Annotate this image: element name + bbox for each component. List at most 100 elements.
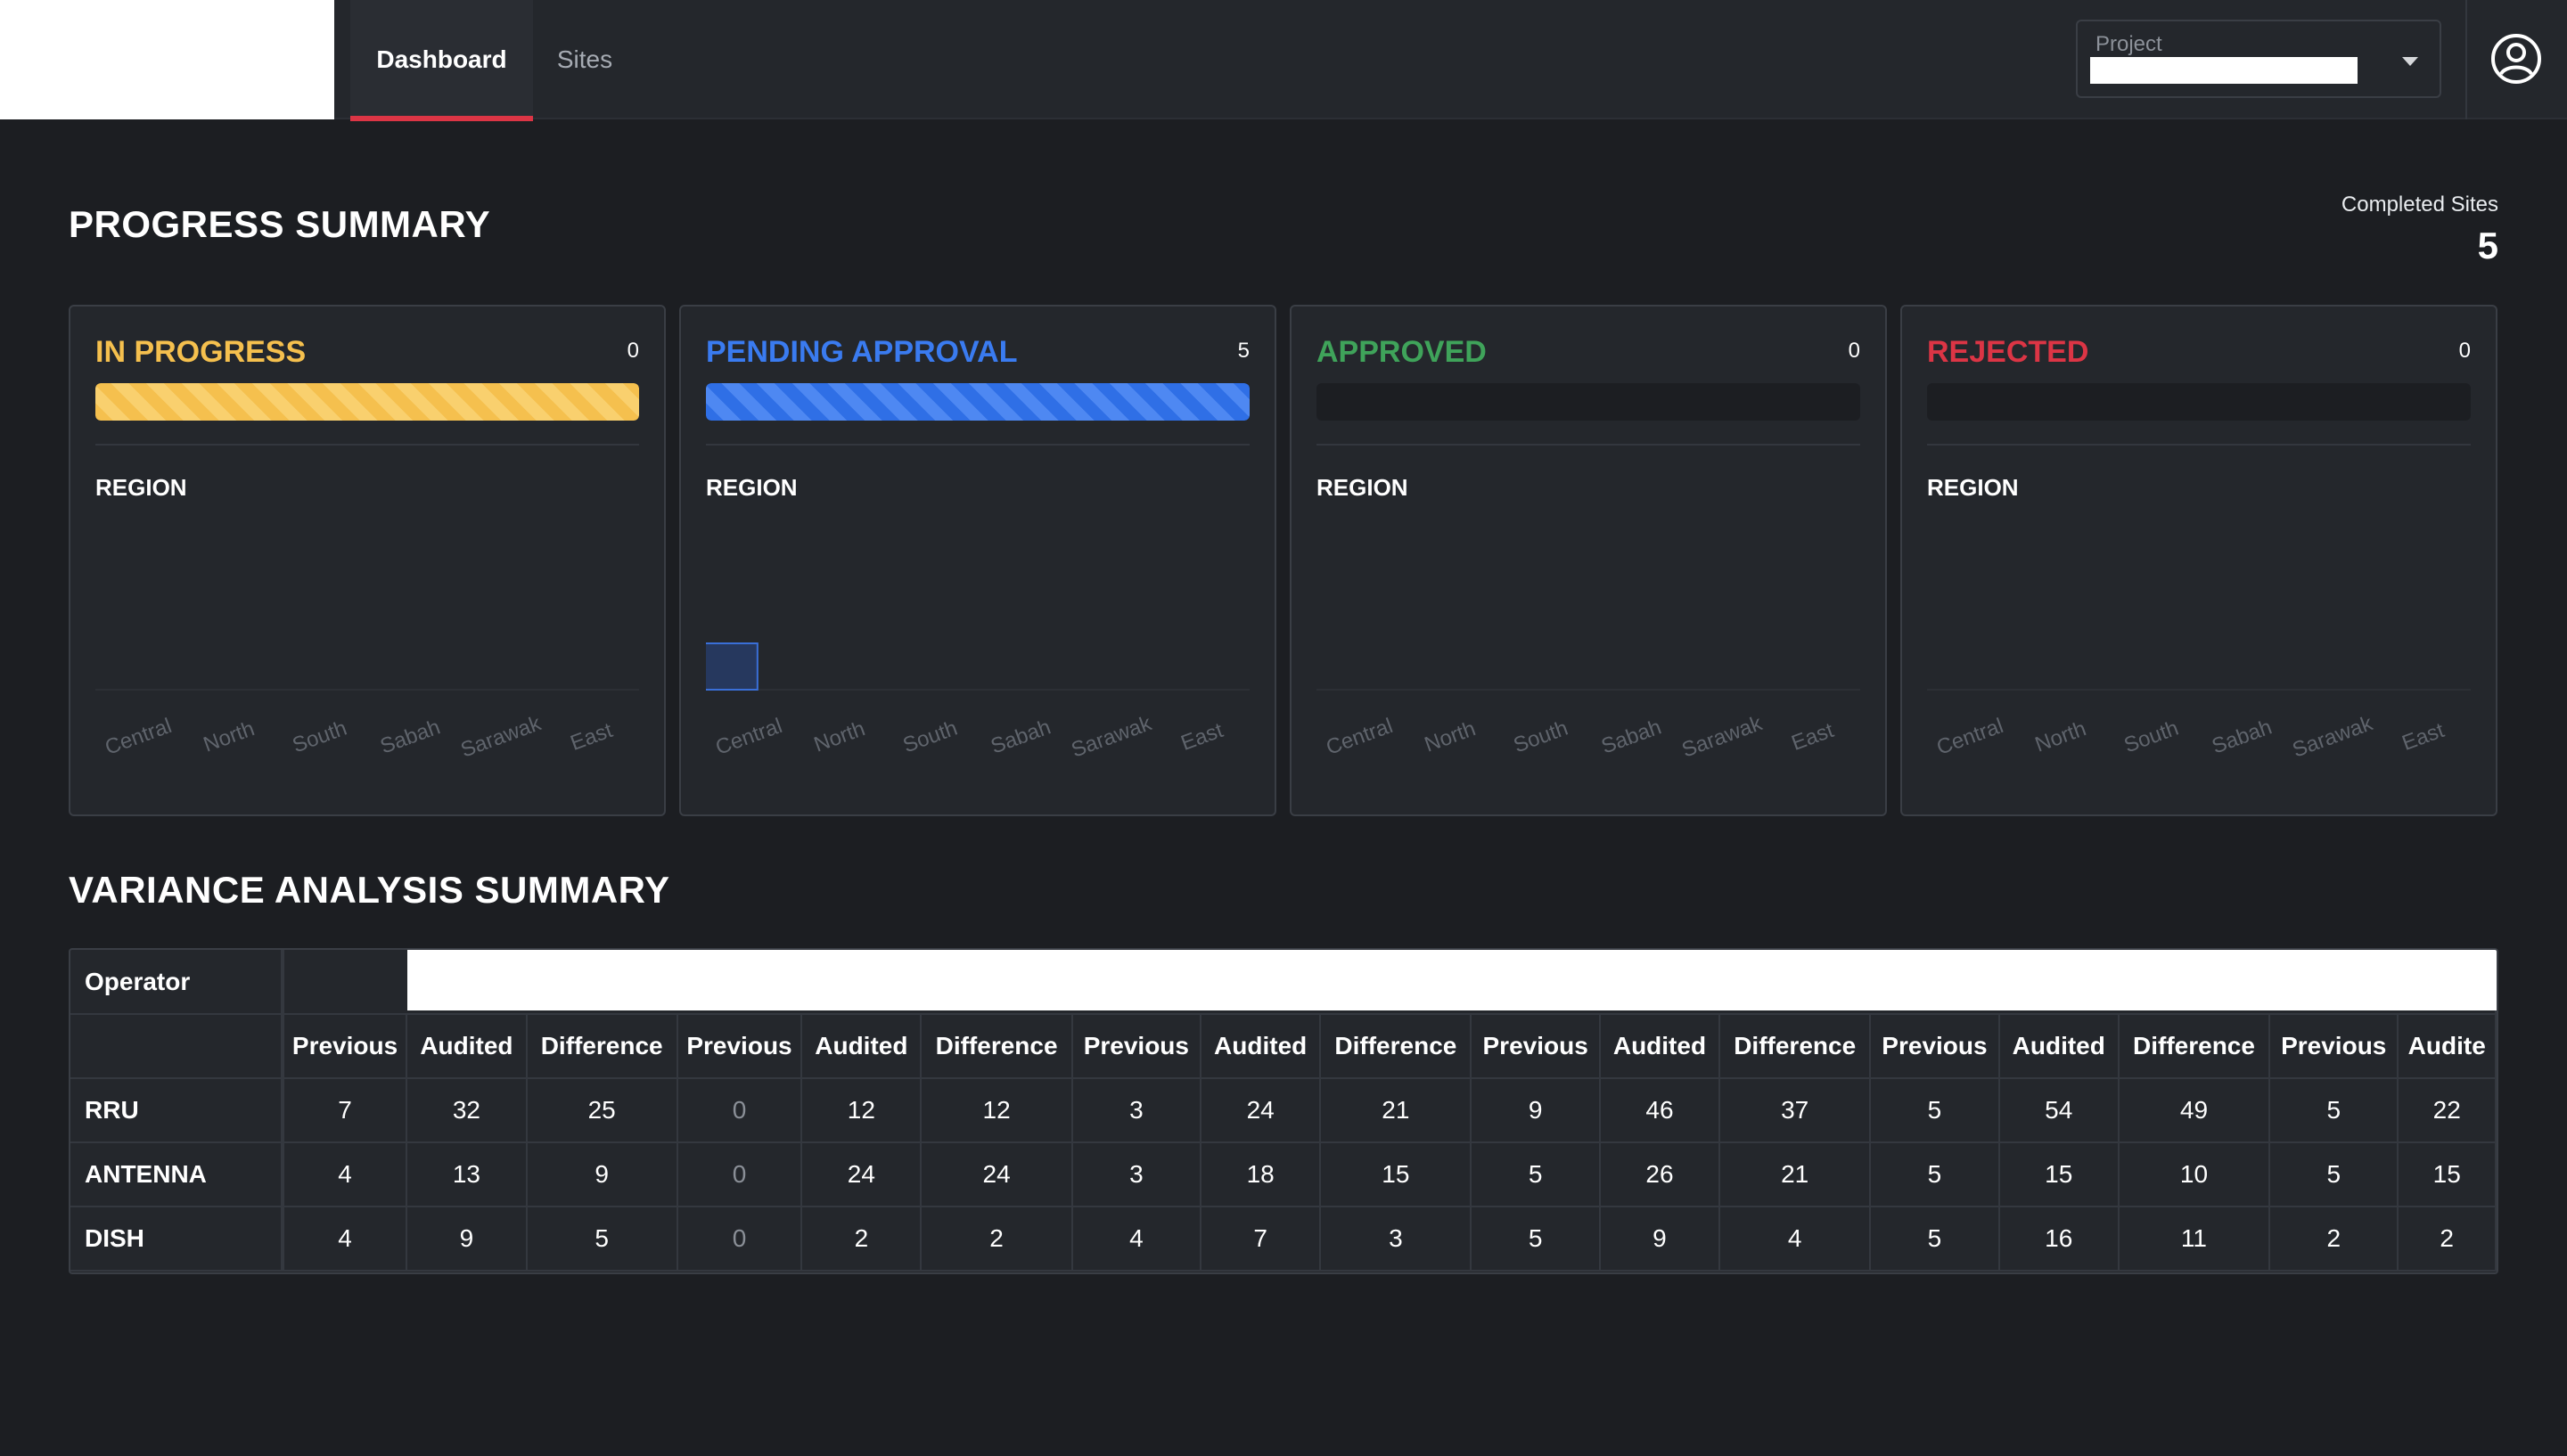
- account-circle-icon[interactable]: [2489, 32, 2543, 86]
- table-cell: 5: [2269, 1078, 2399, 1143]
- status-card-in-progress: IN PROGRESS 0 REGION Central North South Sa…: [69, 305, 666, 816]
- chart-tick-label: Central: [102, 714, 175, 760]
- column-header: Difference: [2118, 1014, 2271, 1079]
- chart-tick-label: South: [290, 716, 350, 758]
- card-count: 0: [627, 339, 639, 363]
- chart-tick-label: Sarawak: [1678, 711, 1766, 763]
- row-label: RRU: [70, 1078, 284, 1143]
- column-header: Audited: [1998, 1014, 2120, 1079]
- chart-tick-label: Sarawak: [457, 711, 545, 763]
- table-cell: 2: [2269, 1207, 2399, 1272]
- chart-bar[interactable]: [706, 642, 759, 691]
- table-cell: 5: [1870, 1207, 2000, 1272]
- chart-tick-label: Sarawak: [1068, 711, 1155, 763]
- table-cell: 3: [1071, 1078, 1202, 1143]
- table-cell: 11: [2118, 1207, 2271, 1272]
- project-select-value: [2090, 57, 2358, 84]
- column-header: Audited: [406, 1014, 528, 1079]
- project-select[interactable]: Project: [2076, 20, 2441, 98]
- table-cell: 0: [677, 1142, 803, 1207]
- card-divider: [95, 444, 639, 446]
- table-cell: 10: [2118, 1142, 2271, 1207]
- chart-tick-label: Sabah: [988, 715, 1054, 758]
- column-header: Audited: [1599, 1014, 1721, 1079]
- navbar-divider: [2465, 0, 2467, 119]
- chart-tick-label: East: [1177, 718, 1226, 756]
- column-header: Difference: [526, 1014, 678, 1079]
- column-header: Difference: [1719, 1014, 1872, 1079]
- tab-sites[interactable]: Sites: [533, 0, 636, 119]
- table-row: DISH 4 9 5 0 2 2 4 7 3 5 9 4 5 16 11 2 2: [70, 1207, 2497, 1272]
- table-cell: 2: [921, 1207, 1073, 1272]
- table-cell: 22: [2398, 1078, 2497, 1143]
- table-cell: 32: [406, 1078, 528, 1143]
- table-cell: 9: [1599, 1207, 1721, 1272]
- table-cell: 12: [801, 1078, 923, 1143]
- table-cell: 24: [921, 1142, 1073, 1207]
- chart-tick-label: East: [567, 718, 616, 756]
- progress-bar: [1927, 383, 2471, 421]
- table-cell: 21: [1320, 1078, 1472, 1143]
- chart-tick-label: North: [201, 716, 258, 757]
- column-header: Previous: [1071, 1014, 1202, 1079]
- table-cell: 26: [1599, 1142, 1721, 1207]
- table-cell: 25: [526, 1078, 678, 1143]
- chevron-down-icon: [2402, 57, 2418, 66]
- chart-tick-label: Sabah: [2209, 715, 2275, 758]
- card-title: APPROVED: [1316, 335, 1487, 369]
- table-cell: 54: [1998, 1078, 2120, 1143]
- table-cell: 4: [282, 1207, 408, 1272]
- table-cell: 49: [2118, 1078, 2271, 1143]
- column-header: Previous: [282, 1014, 408, 1079]
- region-label: REGION: [1927, 474, 2019, 501]
- table-cell: 24: [801, 1142, 923, 1207]
- region-bar-chart: Central North South Sabah Sarawak East: [706, 642, 1250, 763]
- row-label: DISH: [70, 1207, 284, 1272]
- column-header: Difference: [1320, 1014, 1472, 1079]
- table-row: ANTENNA 4 13 9 0 24 24 3 18 15 5 26 21 5 15 10 5 15: [70, 1142, 2497, 1207]
- chart-tick-label: Sabah: [377, 715, 443, 758]
- table-cell: 5: [1870, 1078, 2000, 1143]
- region-label: REGION: [706, 474, 798, 501]
- table-cell: 5: [1870, 1142, 2000, 1207]
- tab-dashboard[interactable]: Dashboard: [350, 0, 533, 121]
- table-cell: 5: [2269, 1142, 2399, 1207]
- logo[interactable]: [0, 0, 334, 119]
- table-cell: 5: [1471, 1207, 1601, 1272]
- table-cell: 5: [1471, 1142, 1601, 1207]
- progress-bar: [706, 383, 1250, 421]
- column-header: Audited: [1201, 1014, 1322, 1079]
- chart-tick-label: South: [900, 716, 961, 758]
- table-cell: 0: [677, 1207, 803, 1272]
- table-cell: 2: [2398, 1207, 2497, 1272]
- chart-tick-label: North: [1422, 716, 1479, 757]
- table-cell: 4: [1071, 1207, 1202, 1272]
- card-divider: [706, 444, 1250, 446]
- table-cell: 0: [677, 1078, 803, 1143]
- region-bar-chart: Central North South Sabah Sarawak East: [95, 689, 639, 763]
- chart-tick-label: Sabah: [1598, 715, 1664, 758]
- table-cell: 16: [1998, 1207, 2120, 1272]
- card-title: IN PROGRESS: [95, 335, 307, 369]
- region-label: REGION: [95, 474, 187, 501]
- column-header: Previous: [1471, 1014, 1601, 1079]
- chart-tick-label: Sarawak: [2289, 711, 2376, 763]
- status-card-approved: APPROVED 0 REGION Central North South Sabah…: [1290, 305, 1887, 816]
- table-cell: 15: [1998, 1142, 2120, 1207]
- table-cell: 13: [406, 1142, 528, 1207]
- region-bar-chart: Central North South Sabah Sarawak East: [1316, 689, 1860, 763]
- progress-bar-fill: [95, 383, 639, 421]
- column-header: Difference: [921, 1014, 1073, 1079]
- table-cell: 7: [1201, 1207, 1322, 1272]
- table-cell: 4: [282, 1142, 408, 1207]
- project-select-label: Project: [2095, 32, 2162, 56]
- table-cell: 15: [2398, 1142, 2497, 1207]
- table-cell: 9: [406, 1207, 528, 1272]
- status-card-rejected: REJECTED 0 REGION Central North South Sabah…: [1900, 305, 2497, 816]
- table-cell: 18: [1201, 1142, 1322, 1207]
- table-cell: 4: [1719, 1207, 1872, 1272]
- row-label-header: [70, 1014, 284, 1079]
- status-card-pending-approval: PENDING APPROVAL 5 REGION Central North So…: [679, 305, 1276, 816]
- card-count: 0: [2458, 339, 2471, 363]
- card-title: PENDING APPROVAL: [706, 335, 1018, 369]
